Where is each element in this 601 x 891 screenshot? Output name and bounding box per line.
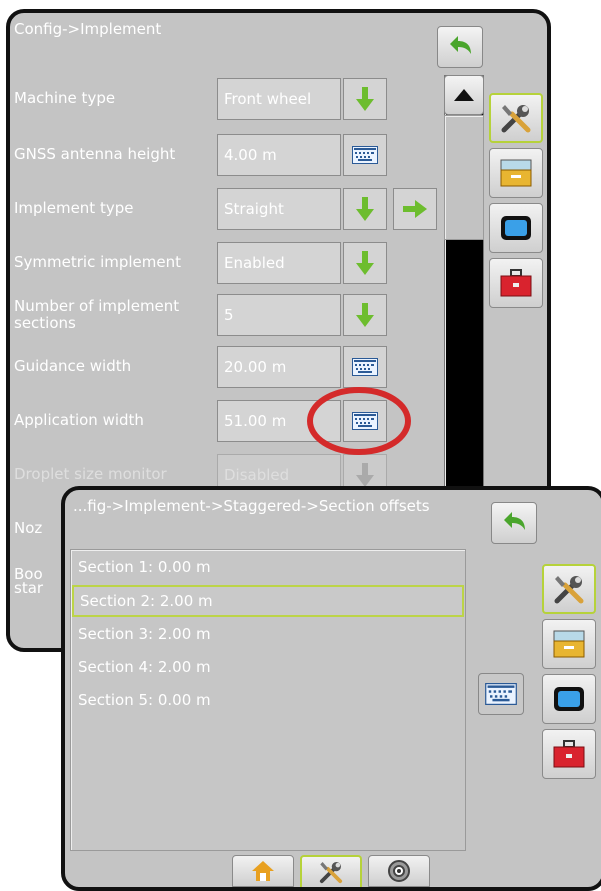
down-arrow-icon [356,251,374,275]
tab-console-front[interactable] [542,619,596,669]
list-item-section-1[interactable]: Section 1: 0.00 m [72,551,464,583]
section-offsets-back-button[interactable] [491,502,537,544]
right-arrow-icon [403,200,427,218]
implement-type-dropdown-button[interactable] [343,188,387,230]
machine-type-value[interactable]: Front wheel [217,78,341,120]
toolbox-icon [500,269,532,297]
number-of-sections-value[interactable]: 5 [217,294,341,336]
label-guidance-width: Guidance width [14,357,132,375]
label-symmetric-implement: Symmetric implement [14,253,182,271]
tab-display[interactable] [489,203,543,253]
toolbox-icon [553,740,585,768]
gnss-icon [388,860,410,882]
label-droplet-size-monitor: Droplet size monitor [14,465,167,483]
number-of-sections-dropdown-button[interactable] [343,294,387,336]
guidance-width-value[interactable]: 20.00 m [217,346,341,388]
list-item-section-2[interactable]: Section 2: 2.00 m [72,585,464,617]
keyboard-icon [352,146,378,164]
down-arrow-icon [356,197,374,221]
tab-tools[interactable] [489,93,543,143]
tab-tools-front[interactable] [542,564,596,614]
guidance-width-keyboard-button[interactable] [343,346,387,388]
down-arrow-icon [356,303,374,327]
display-icon [554,687,584,711]
highlight-circle [307,387,411,455]
back-button[interactable] [437,26,483,68]
back-arrow-icon [504,512,525,530]
list-item-section-5[interactable]: Section 5: 0.00 m [72,684,464,716]
home-icon [252,861,274,881]
label-application-width: Application width [14,411,144,429]
tools-icon [554,576,584,604]
list-item-section-3[interactable]: Section 3: 2.00 m [72,618,464,650]
label-gnss-antenna-height: GNSS antenna height [14,145,176,163]
machine-type-dropdown-button[interactable] [343,78,387,120]
down-arrow-icon [356,87,374,111]
tab-tools-bottom[interactable] [300,855,362,887]
console-icon [553,630,585,658]
gnss-antenna-height-value[interactable]: 4.00 m [217,134,341,176]
label-implement-type: Implement type [14,199,134,217]
tab-gnss[interactable] [368,855,430,887]
implement-type-next-button[interactable] [393,188,437,230]
page-title: Config->Implement [14,20,162,38]
tab-toolbox[interactable] [489,258,543,308]
tab-console[interactable] [489,148,543,198]
console-icon [500,159,532,187]
label-start-partial: star [14,579,44,597]
tools-icon [319,862,343,884]
label-machine-type: Machine type [14,89,116,107]
tab-toolbox-front[interactable] [542,729,596,779]
triangle-up-icon [454,89,474,101]
implement-type-value[interactable]: Straight [217,188,341,230]
tab-home[interactable] [232,855,294,887]
symmetric-implement-dropdown-button[interactable] [343,242,387,284]
list-item-section-4[interactable]: Section 4: 2.00 m [72,651,464,683]
section-offsets-title: ...fig->Implement->Staggered->Section of… [73,497,430,515]
back-arrow-icon [450,36,471,54]
scrollbar-thumb[interactable] [444,115,484,240]
keyboard-icon [485,683,517,705]
symmetric-implement-value[interactable]: Enabled [217,242,341,284]
tab-display-front[interactable] [542,674,596,724]
label-nozzle-partial: Noz [14,519,43,537]
tools-icon [501,105,531,133]
gnss-antenna-height-keyboard-button[interactable] [343,134,387,176]
label-number-of-implement-sections: Number of implement sections [14,297,180,332]
scroll-up-button[interactable] [444,75,484,115]
keyboard-icon [352,358,378,376]
display-icon [501,216,531,240]
down-arrow-icon [356,463,374,487]
section-offset-keyboard-button[interactable] [478,673,524,715]
